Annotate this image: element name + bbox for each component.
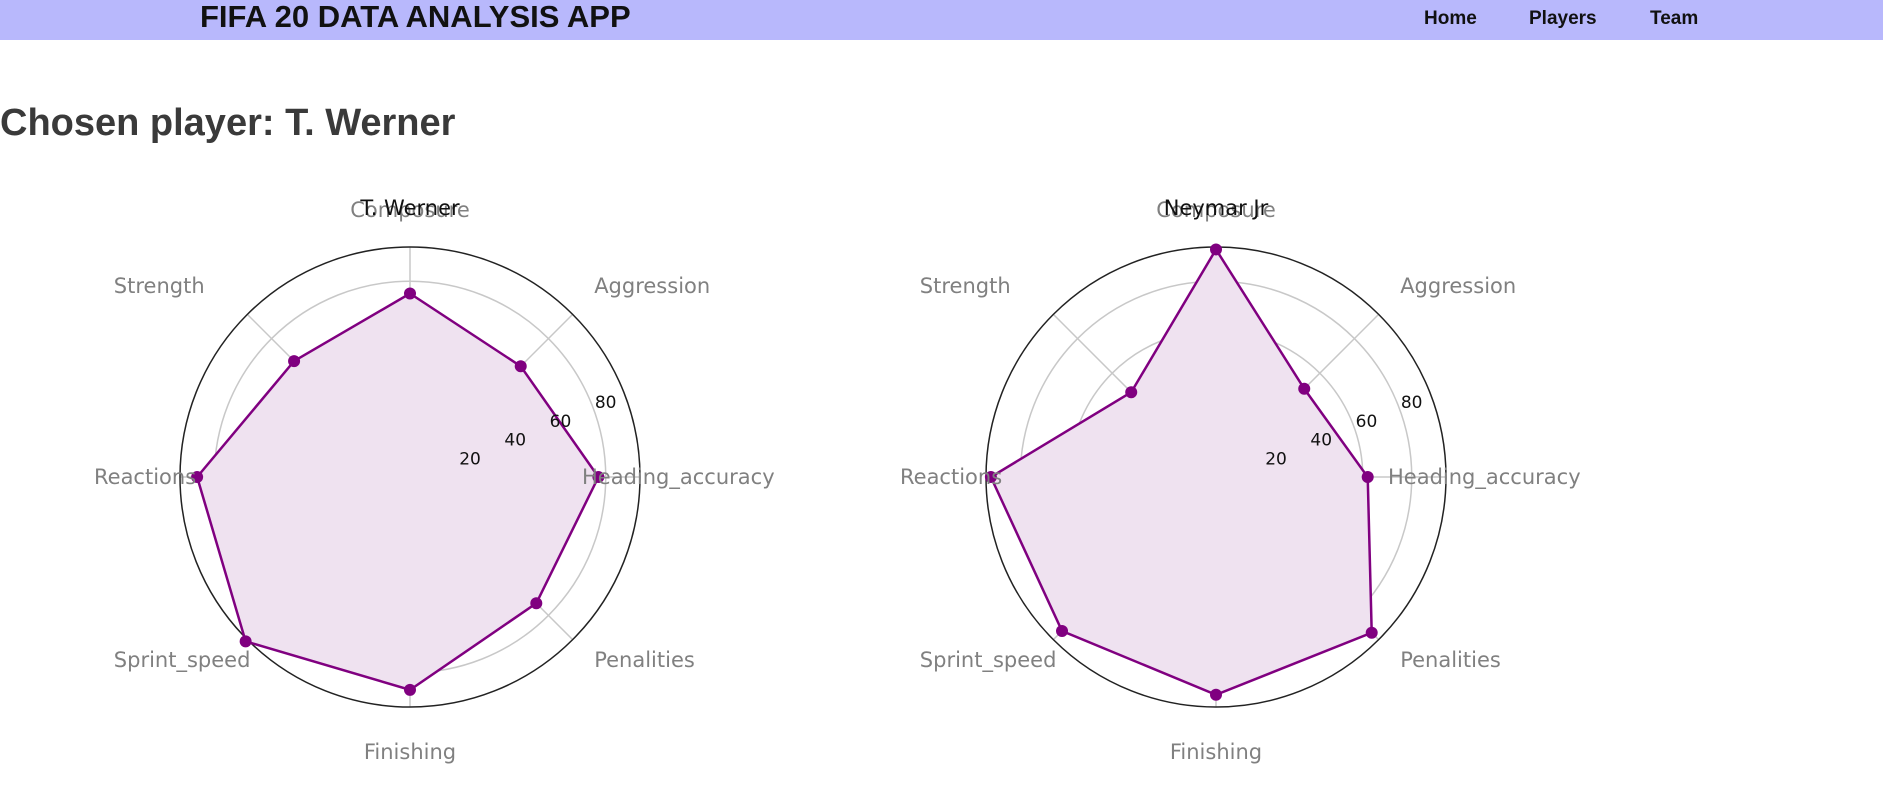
radar-point-sprint_speed	[239, 635, 252, 648]
axis-label-finishing: Finishing	[364, 740, 456, 764]
radar-point-aggression	[514, 360, 527, 373]
nav-players-link[interactable]: Players	[1529, 8, 1597, 30]
chart-title: T. Werner	[359, 196, 460, 220]
radar-chart-svg-player-2: 20406080ComposureAggressionHeading_accur…	[900, 196, 1581, 764]
axis-label-reactions: Reactions	[94, 465, 196, 489]
radar-point-strength	[288, 355, 301, 368]
nav-team-link[interactable]: Team	[1650, 8, 1698, 30]
radar-point-penalities	[1365, 626, 1378, 639]
radial-tick-label: 20	[1265, 449, 1287, 469]
radar-chart-player-1: 20 40 60 80 Composure Aggression Heading_accur…	[20, 180, 800, 780]
axis-label-heading_accuracy: Heading_accuracy	[1388, 465, 1581, 490]
radar-point-sprint_speed	[1056, 624, 1069, 637]
radar-area-fill	[197, 293, 599, 690]
axis-label-penalities: Penalities	[594, 648, 695, 672]
radar-point-finishing	[1210, 688, 1222, 701]
top-navbar: FIFA 20 DATA ANALYSIS APP Home Players T…	[0, 0, 1883, 40]
radial-tick-label: 60	[550, 412, 572, 432]
axis-label-sprint_speed: Sprint_speed	[114, 648, 251, 673]
radial-tick-label: 80	[595, 393, 617, 413]
chart-title: Neymar Jr	[1164, 196, 1269, 220]
page-title: Chosen player: T. Werner	[0, 102, 456, 144]
radar-point-composure	[1210, 243, 1222, 256]
radar-point-composure	[404, 287, 416, 300]
nav-home-link[interactable]: Home	[1424, 8, 1477, 30]
radar-chart-player-2: 20 40 60 80 Composure Aggression Heading_accur…	[826, 180, 1606, 780]
radar-area-fill	[990, 249, 1372, 695]
axis-label-aggression: Aggression	[594, 274, 710, 298]
axis-label-aggression: Aggression	[1400, 274, 1516, 298]
radial-tick-label: 40	[504, 431, 526, 451]
radar-point-finishing	[404, 683, 416, 696]
radial-tick-label: 80	[1401, 393, 1423, 413]
axis-label-reactions: Reactions	[900, 465, 1002, 489]
radial-tick-label: 20	[459, 449, 481, 469]
axis-label-penalities: Penalities	[1400, 648, 1501, 672]
app-title: FIFA 20 DATA ANALYSIS APP	[200, 0, 631, 34]
radial-tick-label: 60	[1356, 412, 1378, 432]
axis-label-strength: Strength	[114, 274, 205, 298]
radar-point-aggression	[1298, 382, 1311, 395]
radar-point-penalities	[530, 597, 543, 610]
radar-point-strength	[1125, 386, 1138, 399]
radar-point-heading_accuracy	[1361, 471, 1374, 483]
radial-tick-label: 40	[1310, 431, 1332, 451]
axis-label-heading_accuracy: Heading_accuracy	[582, 465, 775, 490]
axis-label-strength: Strength	[920, 274, 1011, 298]
axis-label-sprint_speed: Sprint_speed	[920, 648, 1057, 673]
axis-label-finishing: Finishing	[1170, 740, 1262, 764]
radar-chart-svg-player-1: 20406080ComposureAggressionHeading_accur…	[94, 196, 775, 764]
